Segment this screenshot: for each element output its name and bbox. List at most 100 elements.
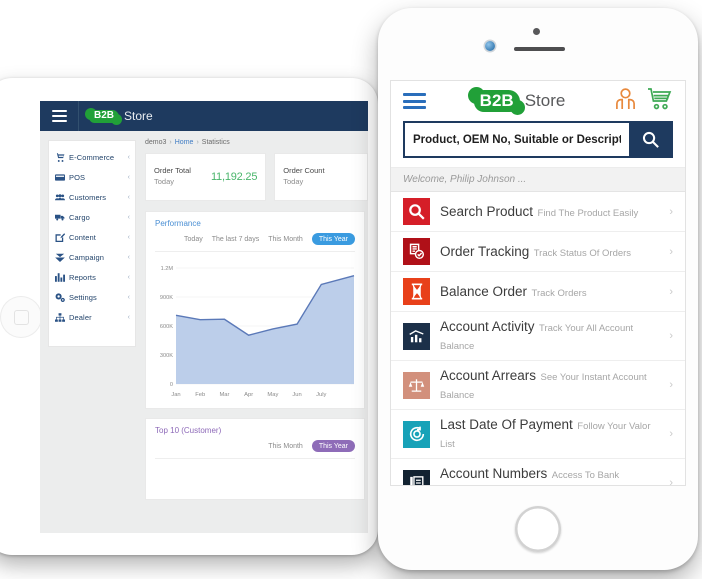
sidebar-item-label: Reports	[69, 272, 96, 282]
menu-item-account-arrears[interactable]: Account Arrears See Your Instant Account…	[391, 361, 685, 410]
mockup-stage: B2B Store E-Commerce ‹ POS ‹ Customers ‹…	[0, 0, 702, 579]
top10-chart-area	[146, 459, 364, 499]
menu-item-balance-order[interactable]: Balance Order Track Orders ›	[391, 272, 685, 312]
phone-home-button[interactable]	[515, 506, 561, 552]
menu-item-text: Account Numbers Access To Bank Accounts	[440, 465, 659, 485]
tab-this-month[interactable]: This Month	[268, 443, 303, 450]
performance-panel: Performance Today The last 7 days This M…	[145, 211, 365, 409]
sidebar-item-campaign[interactable]: Campaign ‹	[49, 247, 135, 267]
x-axis-tick-label: May	[267, 392, 278, 398]
y-axis-tick-label: 300K	[160, 353, 173, 359]
performance-tabs: Today The last 7 days This Month This Ye…	[155, 233, 355, 252]
chevron-right-icon: ›	[669, 245, 673, 258]
y-axis-tick-label: 600K	[160, 324, 173, 330]
breadcrumb-separator: ›	[169, 139, 172, 146]
sidebar-item-label: Cargo	[69, 212, 90, 222]
chevron-right-icon: ›	[669, 330, 673, 342]
breadcrumb-current: Statistics	[201, 139, 230, 146]
tab-today[interactable]: Today	[184, 236, 203, 243]
scales-icon	[403, 371, 430, 399]
menu-item-text: Account Activity Track Your All Account …	[440, 318, 659, 354]
sidebar-item-pos[interactable]: POS ‹	[49, 167, 135, 187]
mobile-menu-list: Search Product Find The Product Easily ›…	[391, 192, 685, 485]
x-axis-tick-label: July	[316, 392, 326, 398]
chevron-right-icon: ›	[669, 205, 673, 218]
chevron-right-icon: ›	[669, 285, 673, 298]
x-axis-tick-label: Mar	[219, 392, 229, 398]
menu-item-title: Search Product	[440, 203, 534, 219]
sidebar-item-customers[interactable]: Customers ‹	[49, 187, 135, 207]
tab-last-7-days[interactable]: The last 7 days	[212, 236, 259, 243]
stat-card-order-count: Order Count Today	[274, 153, 368, 201]
panel-title: Top 10 (Customer)	[155, 426, 222, 435]
sidebar-item-content[interactable]: Content ‹	[49, 227, 135, 247]
chevron-left-icon: ‹	[127, 313, 130, 321]
stat-card-value: 11,192.25	[210, 171, 258, 183]
menu-item-order-tracking[interactable]: Order Tracking Track Status Of Orders ›	[391, 232, 685, 272]
hamburger-icon[interactable]	[403, 93, 426, 109]
coin-refresh-icon	[403, 420, 430, 448]
search-button[interactable]	[629, 123, 671, 156]
phone-device: B2B Store Welcome, Philip Johnson ...	[378, 8, 698, 570]
menu-item-account-activity[interactable]: Account Activity Track Your All Account …	[391, 312, 685, 361]
top10-tabs: This Month This Year	[155, 440, 355, 459]
sidebar-item-settings[interactable]: Settings ‹	[49, 287, 135, 307]
sidebar: E-Commerce ‹ POS ‹ Customers ‹ Cargo ‹ C…	[48, 140, 136, 347]
sidebar-item-dealer[interactable]: Dealer ‹	[49, 307, 135, 327]
tab-this-year[interactable]: This Year	[311, 440, 355, 452]
mobile-brand-logo[interactable]: B2B Store	[426, 87, 613, 115]
stat-card-title: Order Count Today	[283, 166, 325, 186]
diamond-icon	[55, 253, 66, 262]
search-input[interactable]	[405, 123, 629, 156]
tablet-device: B2B Store E-Commerce ‹ POS ‹ Customers ‹…	[0, 78, 378, 555]
menu-item-text: Account Arrears See Your Instant Account…	[440, 367, 659, 403]
sidebar-item-reports[interactable]: Reports ‹	[49, 267, 135, 287]
top10-panel-header: Top 10 (Customer) This Month This Year	[146, 419, 364, 459]
menu-item-account-numbers[interactable]: Account Numbers Access To Bank Accounts …	[391, 459, 685, 485]
menu-item-subtitle: Track Orders	[531, 287, 587, 299]
user-account-icon[interactable]	[613, 87, 638, 116]
menu-item-title: Account Numbers	[440, 466, 548, 481]
performance-panel-header: Performance Today The last 7 days This M…	[146, 212, 364, 252]
panel-title: Performance	[155, 219, 201, 228]
sidebar-item-label: Content	[69, 232, 96, 242]
menu-item-title: Account Arrears	[440, 368, 537, 383]
tablet-screen: B2B Store E-Commerce ‹ POS ‹ Customers ‹…	[40, 101, 368, 533]
cart-icon	[55, 152, 66, 162]
x-axis-tick-label: Jun	[292, 392, 301, 398]
sidebar-item-ecommerce[interactable]: E-Commerce ‹	[49, 147, 135, 167]
sitemap-icon	[55, 312, 66, 322]
tablet-home-button[interactable]	[0, 295, 42, 338]
shopping-cart-icon[interactable]	[647, 87, 673, 116]
chart-bars-icon	[403, 322, 430, 350]
menu-item-title: Balance Order	[440, 283, 528, 299]
users-icon	[55, 193, 66, 202]
proximity-sensor-icon	[533, 28, 540, 35]
menu-item-subtitle: Find The Product Easily	[537, 207, 639, 219]
menu-item-search-product[interactable]: Search Product Find The Product Easily ›	[391, 192, 685, 232]
chevron-left-icon: ‹	[127, 273, 130, 281]
brand-text: Store	[124, 109, 153, 123]
search-bar	[403, 121, 673, 158]
chevron-left-icon: ‹	[127, 153, 130, 161]
sidebar-item-cargo[interactable]: Cargo ‹	[49, 207, 135, 227]
tab-this-month[interactable]: This Month	[268, 236, 303, 243]
chevron-left-icon: ‹	[127, 293, 130, 301]
sidebar-item-label: Dealer	[69, 312, 92, 322]
bank-list-icon	[403, 469, 430, 485]
app-brand-logo[interactable]: B2B Store	[84, 107, 153, 125]
hourglass-icon	[403, 278, 430, 305]
area-chart-svg: 0 300K 600K 900K 1.2M Jan Feb Mar Apr May Jun July	[160, 266, 355, 398]
stat-card-subtitle: Today	[154, 177, 175, 186]
stat-card-subtitle: Today	[283, 177, 304, 186]
performance-chart: 0 300K 600K 900K 1.2M Jan Feb Mar Apr May Jun July	[146, 252, 364, 408]
hamburger-icon[interactable]	[40, 101, 79, 131]
top10-panel: Top 10 (Customer) This Month This Year	[145, 418, 365, 500]
brand-text: Store	[524, 91, 566, 110]
menu-item-title: Order Tracking	[440, 243, 530, 259]
sidebar-item-label: Customers	[69, 192, 107, 202]
menu-item-last-date-of-payment[interactable]: Last Date Of Payment Follow Your Valor L…	[391, 410, 685, 459]
tab-this-year[interactable]: This Year	[311, 233, 355, 245]
tablet-home-icon	[14, 309, 29, 325]
breadcrumb-home-link[interactable]: Home	[175, 139, 194, 146]
